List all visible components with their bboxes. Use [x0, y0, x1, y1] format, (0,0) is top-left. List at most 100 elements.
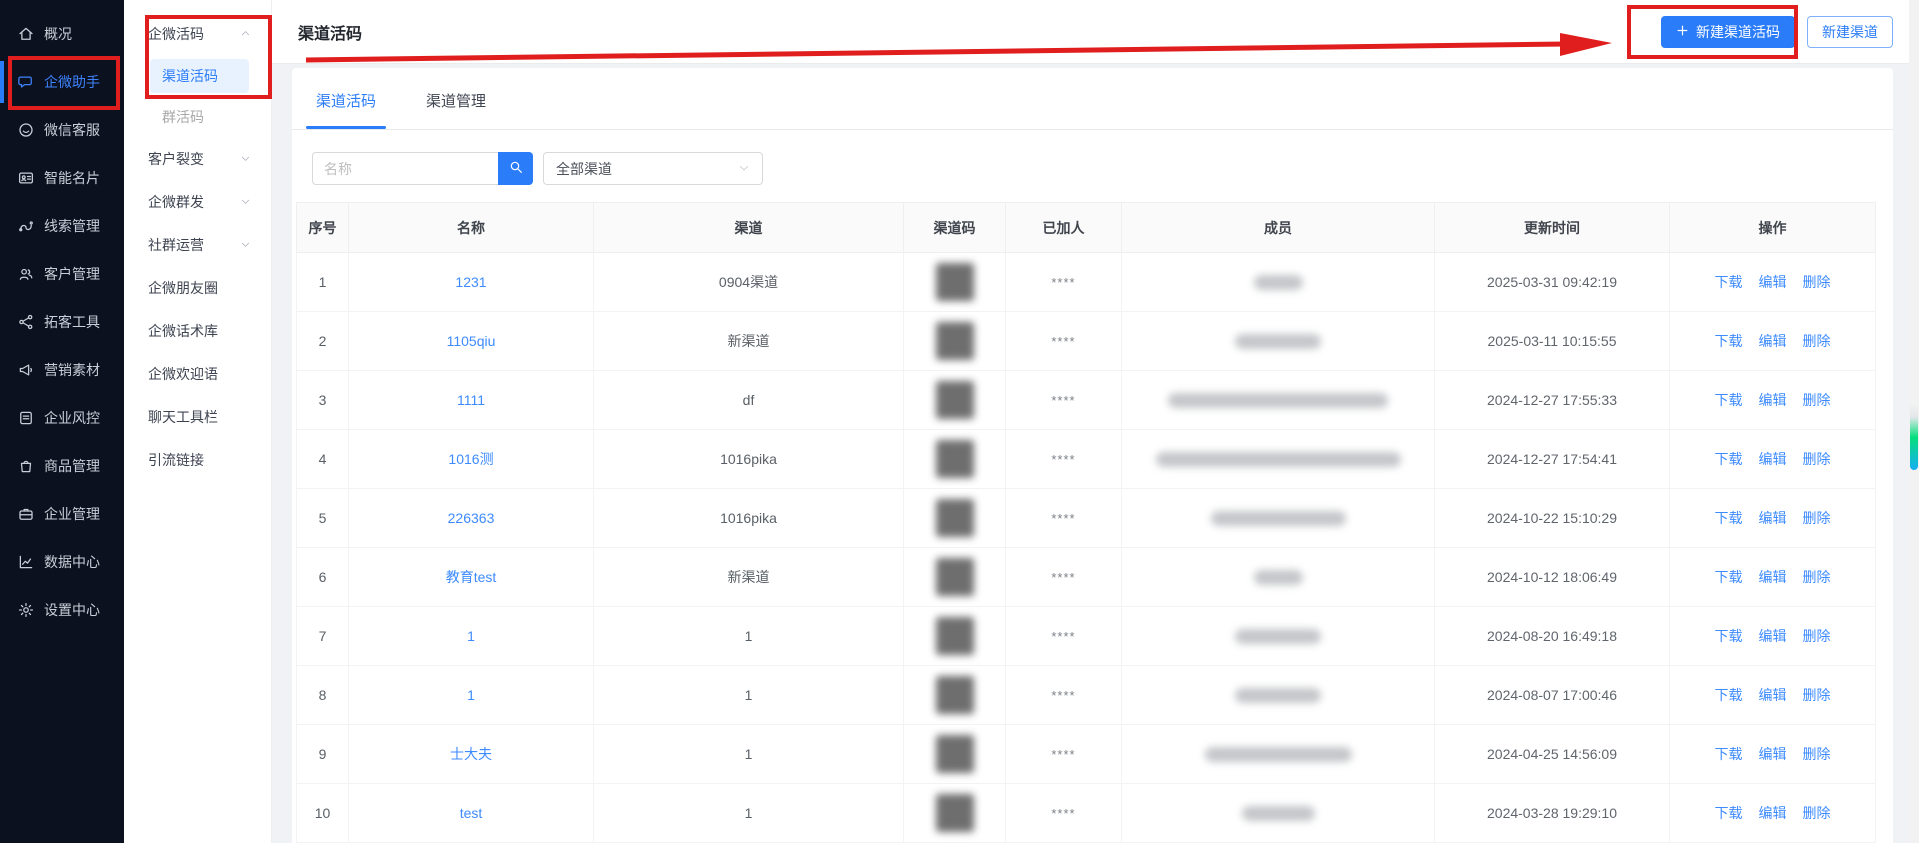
action-link-delete[interactable]: 删除: [1803, 331, 1831, 351]
channel-filter-select[interactable]: 全部渠道: [543, 152, 763, 185]
member-redacted: [1253, 274, 1303, 290]
action-link-download[interactable]: 下载: [1715, 685, 1743, 705]
chart-icon: [17, 553, 35, 571]
submenu-item-6[interactable]: 社群运营: [124, 223, 271, 266]
action-link-delete[interactable]: 删除: [1803, 803, 1831, 823]
qr-code-thumbnail[interactable]: [935, 735, 974, 773]
qr-code-thumbnail[interactable]: [935, 499, 974, 537]
action-link-edit[interactable]: 编辑: [1759, 272, 1787, 292]
action-link-delete[interactable]: 删除: [1803, 626, 1831, 646]
action-link-download[interactable]: 下载: [1715, 626, 1743, 646]
submenu-item-5[interactable]: 企微群发: [124, 180, 271, 223]
cell-joined: ****: [1005, 606, 1122, 666]
action-link-download[interactable]: 下载: [1715, 331, 1743, 351]
cell-channel: 新渠道: [593, 547, 904, 607]
action-link-download[interactable]: 下载: [1715, 449, 1743, 469]
action-link-delete[interactable]: 删除: [1803, 449, 1831, 469]
sidebar-item-2[interactable]: 企微助手: [0, 58, 124, 106]
submenu-item-label: 企微朋友圈: [148, 279, 218, 296]
sidebar-item-12[interactable]: 数据中心: [0, 538, 124, 586]
name-link[interactable]: 226363: [448, 510, 495, 526]
action-link-delete[interactable]: 删除: [1803, 567, 1831, 587]
sidebar-item-label: 拓客工具: [44, 314, 100, 330]
submenu-item-3[interactable]: 群活码: [124, 97, 271, 137]
sidebar-item-6[interactable]: 客户管理: [0, 250, 124, 298]
action-link-download[interactable]: 下载: [1715, 567, 1743, 587]
name-link[interactable]: 1: [467, 687, 475, 703]
search-button[interactable]: [498, 152, 533, 185]
tab-1[interactable]: 渠道活码: [305, 90, 387, 129]
sidebar-item-4[interactable]: 智能名片: [0, 154, 124, 202]
action-link-delete[interactable]: 删除: [1803, 272, 1831, 292]
qr-code-thumbnail[interactable]: [935, 440, 974, 478]
action-link-download[interactable]: 下载: [1715, 508, 1743, 528]
submenu-item-2[interactable]: 渠道活码: [150, 59, 249, 93]
name-link[interactable]: 士大夫: [450, 746, 492, 762]
create-channel-code-button[interactable]: 新建渠道活码: [1661, 15, 1795, 48]
sidebar-item-5[interactable]: 线索管理: [0, 202, 124, 250]
cell-member: [1121, 252, 1435, 312]
sidebar-item-7[interactable]: 拓客工具: [0, 298, 124, 346]
name-link[interactable]: 教育test: [446, 569, 497, 585]
table-row: 4 1016测 1016pika **** 2024-12-27 17:54:41 下载编…: [296, 429, 1876, 489]
qr-code-thumbnail[interactable]: [935, 558, 974, 596]
member-redacted: [1241, 805, 1315, 821]
action-link-edit[interactable]: 编辑: [1759, 331, 1787, 351]
name-link[interactable]: 1111: [457, 392, 485, 408]
table-row: 10 test 1 **** 2024-03-28 19:29:10 下载 编辑 删除: [296, 783, 1876, 843]
name-link[interactable]: 1231: [455, 274, 486, 290]
submenu-item-8[interactable]: 企微话术库: [124, 309, 271, 352]
action-link-delete[interactable]: 删除: [1803, 744, 1831, 764]
sidebar-item-3[interactable]: 微信客服: [0, 106, 124, 154]
submenu-item-7[interactable]: 企微朋友圈: [124, 266, 271, 309]
qr-code-thumbnail[interactable]: [935, 381, 974, 419]
search-input[interactable]: [312, 152, 498, 185]
action-link-edit[interactable]: 编辑: [1759, 626, 1787, 646]
sidebar-item-13[interactable]: 设置中心: [0, 586, 124, 634]
action-link-download[interactable]: 下载: [1715, 390, 1743, 410]
search-icon: [508, 159, 524, 178]
qr-code-thumbnail[interactable]: [935, 263, 974, 301]
qr-code-thumbnail[interactable]: [935, 617, 974, 655]
submenu-item-1[interactable]: 企微活码: [124, 12, 271, 55]
action-link-download[interactable]: 下载: [1715, 803, 1743, 823]
name-link[interactable]: test: [460, 805, 483, 821]
qr-code-thumbnail[interactable]: [935, 794, 974, 832]
sidebar-item-9[interactable]: 企业风控: [0, 394, 124, 442]
action-link-edit[interactable]: 编辑: [1759, 685, 1787, 705]
action-link-download[interactable]: 下载: [1715, 272, 1743, 292]
create-channel-button[interactable]: 新建渠道: [1807, 15, 1893, 48]
action-link-edit[interactable]: 编辑: [1759, 567, 1787, 587]
name-link[interactable]: 1105qiu: [447, 333, 496, 349]
cell-name: 1231: [348, 252, 594, 312]
action-link-edit[interactable]: 编辑: [1759, 449, 1787, 469]
name-link[interactable]: 1016测: [448, 451, 493, 467]
table-row: 8 1 1 **** 2024-08-07 17:00:46 下载 编辑 删除: [296, 665, 1876, 725]
sidebar-item-1[interactable]: 概况: [0, 10, 124, 58]
cell-member: [1121, 783, 1435, 843]
qr-code-thumbnail[interactable]: [935, 322, 974, 360]
sidebar-item-10[interactable]: 商品管理: [0, 442, 124, 490]
sidebar-item-11[interactable]: 企业管理: [0, 490, 124, 538]
action-link-download[interactable]: 下载: [1715, 744, 1743, 764]
cell-member: [1121, 429, 1435, 489]
action-link-delete[interactable]: 删除: [1803, 685, 1831, 705]
column-header-8: 操作: [1669, 202, 1876, 253]
action-link-edit[interactable]: 编辑: [1759, 390, 1787, 410]
tab-2[interactable]: 渠道管理: [422, 90, 490, 129]
action-link-delete[interactable]: 删除: [1803, 508, 1831, 528]
submenu-item-label: 社群运营: [148, 236, 204, 253]
page-scrollbar-track[interactable]: [1909, 0, 1919, 843]
action-link-edit[interactable]: 编辑: [1759, 744, 1787, 764]
submenu-item-10[interactable]: 聊天工具栏: [124, 395, 271, 438]
submenu-item-9[interactable]: 企微欢迎语: [124, 352, 271, 395]
action-link-delete[interactable]: 删除: [1803, 390, 1831, 410]
page-scrollbar-thumb[interactable]: [1910, 402, 1918, 470]
name-link[interactable]: 1: [467, 628, 475, 644]
submenu-item-11[interactable]: 引流链接: [124, 438, 271, 481]
submenu-item-4[interactable]: 客户裂变: [124, 137, 271, 180]
action-link-edit[interactable]: 编辑: [1759, 803, 1787, 823]
sidebar-item-8[interactable]: 营销素材: [0, 346, 124, 394]
qr-code-thumbnail[interactable]: [935, 676, 974, 714]
action-link-edit[interactable]: 编辑: [1759, 508, 1787, 528]
